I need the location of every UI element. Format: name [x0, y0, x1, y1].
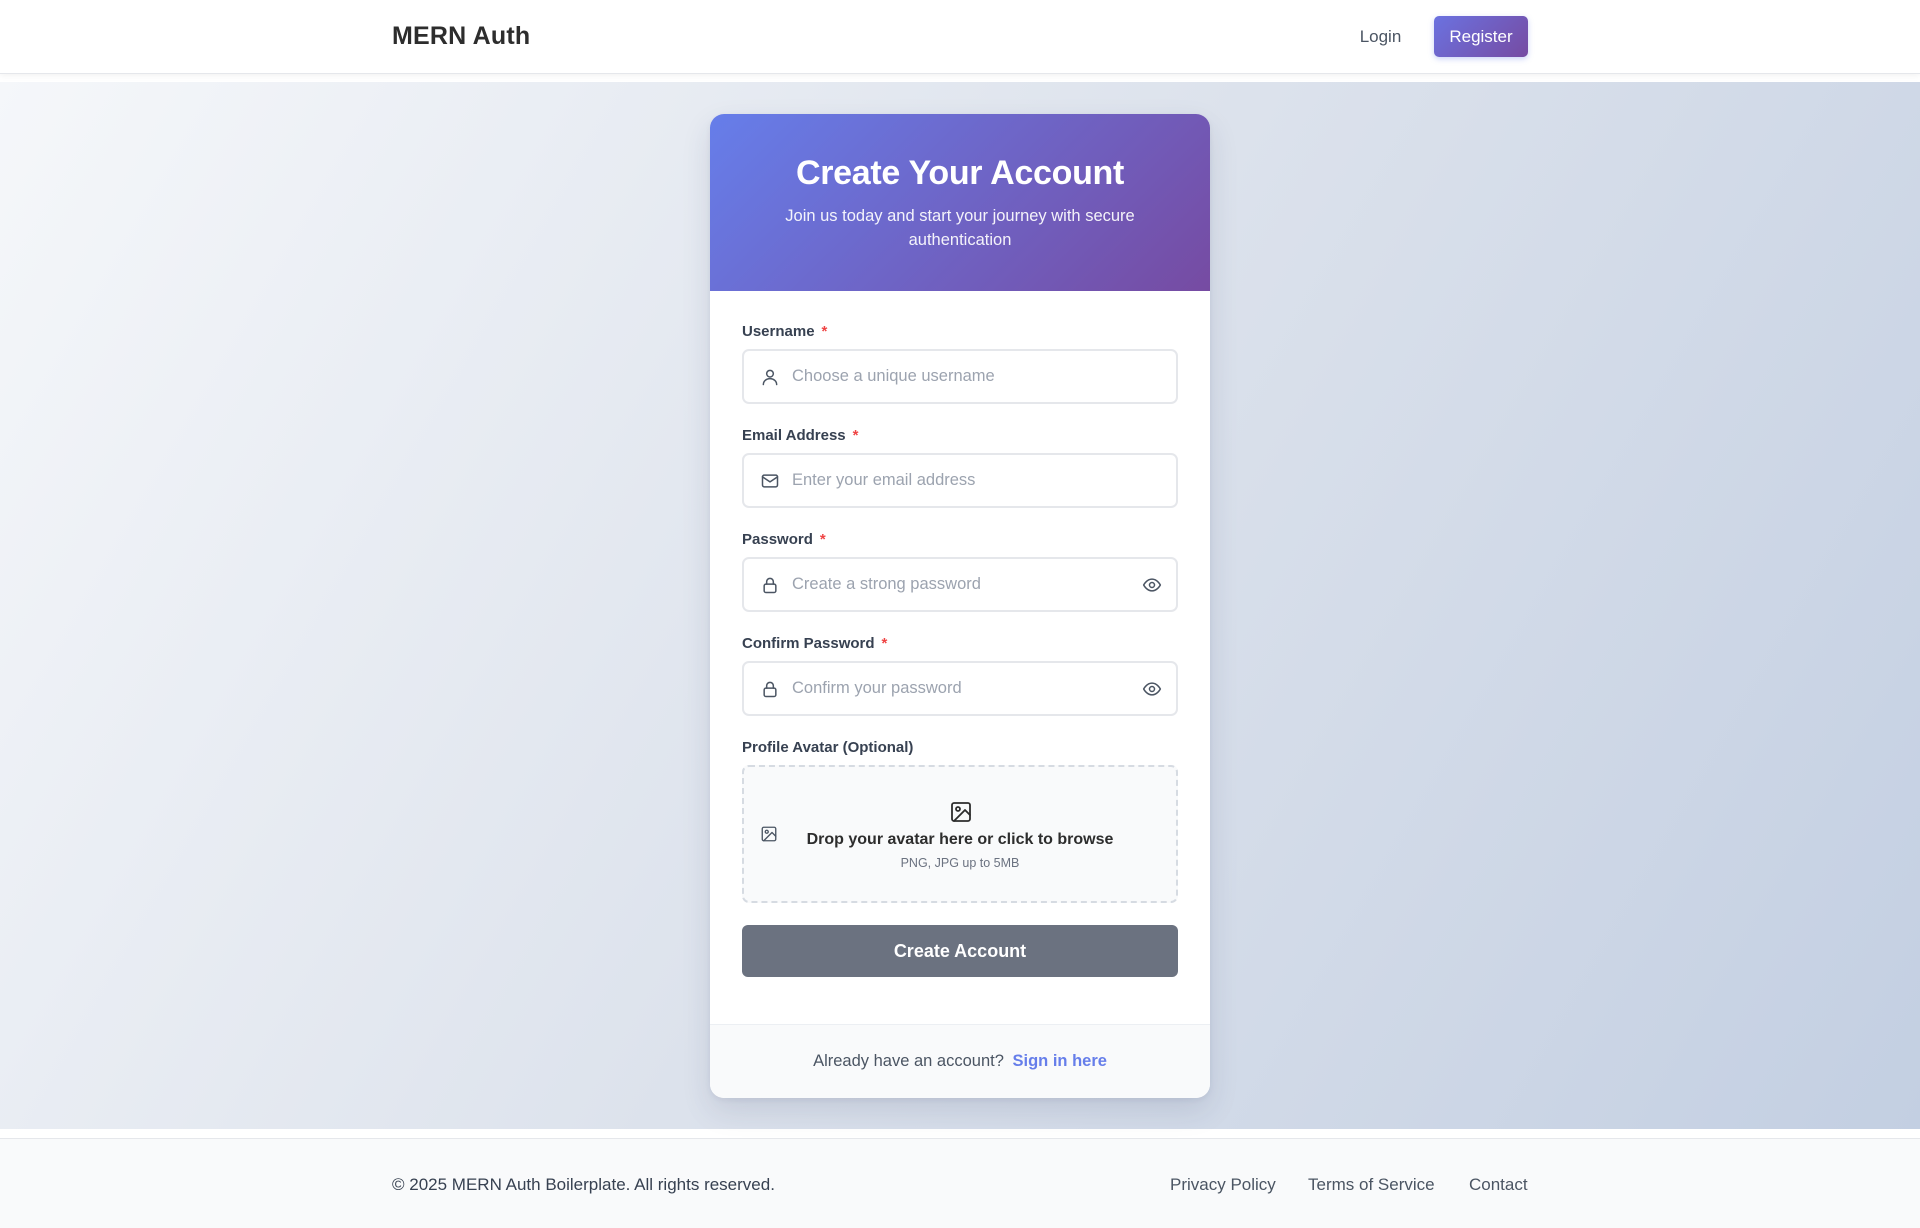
- eye-icon[interactable]: [1142, 679, 1162, 699]
- email-group: Email Address *: [742, 425, 1178, 508]
- username-input[interactable]: [792, 351, 1122, 402]
- navbar: MERN Auth Login Register: [0, 0, 1920, 74]
- copyright-text: © 2025 MERN Auth Boilerplate. All rights…: [392, 1175, 775, 1194]
- page-title: Create Your Account: [795, 154, 1125, 192]
- card-header: Create Your Account Join us today and st…: [710, 114, 1210, 291]
- user-icon: [762, 369, 778, 386]
- password-input[interactable]: [792, 559, 1122, 610]
- login-link[interactable]: Login: [1352, 16, 1409, 57]
- eye-icon[interactable]: [1142, 575, 1162, 595]
- page-subtitle: Join us today and start your journey wit…: [785, 207, 1135, 249]
- card-footer: Already have an account? Sign in here: [710, 1024, 1210, 1098]
- required-mark: *: [819, 530, 826, 548]
- signin-prompt: Already have an account?: [813, 1052, 1004, 1070]
- email-field-wrapper: [742, 453, 1178, 508]
- dropzone-text: Drop your avatar here or click to browse: [806, 831, 1114, 848]
- confirm-password-label: Confirm Password *: [742, 634, 888, 652]
- dropzone-hint: PNG, JPG up to 5MB: [900, 856, 1020, 870]
- email-label: Email Address *: [742, 426, 859, 444]
- page-footer: © 2025 MERN Auth Boilerplate. All rights…: [0, 1138, 1920, 1228]
- username-field-wrapper: [742, 349, 1178, 404]
- required-mark: *: [821, 322, 828, 340]
- image-icon: [951, 802, 971, 822]
- confirm-password-input[interactable]: [792, 663, 1122, 714]
- username-label: Username *: [742, 322, 828, 340]
- password-label: Password *: [742, 530, 826, 548]
- confirm-password-group: Confirm Password *: [742, 633, 1178, 716]
- privacy-policy-link[interactable]: Privacy Policy: [1170, 1175, 1276, 1195]
- avatar-label: Profile Avatar (Optional): [742, 738, 914, 756]
- lock-icon: [763, 577, 777, 594]
- create-account-button[interactable]: Create Account: [742, 925, 1178, 977]
- brand-logo[interactable]: MERN Auth: [392, 22, 530, 51]
- lock-icon: [763, 681, 777, 698]
- password-group: Password *: [742, 529, 1178, 612]
- contact-link[interactable]: Contact: [1469, 1175, 1528, 1195]
- terms-of-service-link[interactable]: Terms of Service: [1308, 1175, 1435, 1195]
- required-mark: *: [881, 634, 888, 652]
- email-input[interactable]: [792, 455, 1122, 506]
- password-field-wrapper: [742, 557, 1178, 612]
- register-card: Create Your Account Join us today and st…: [710, 114, 1210, 1098]
- avatar-group: Profile Avatar (Optional) Drop your avat…: [742, 737, 1178, 903]
- register-button[interactable]: Register: [1434, 16, 1528, 57]
- avatar-dropzone[interactable]: Drop your avatar here or click to browse…: [742, 765, 1178, 903]
- username-group: Username *: [742, 321, 1178, 404]
- required-mark: *: [852, 426, 859, 444]
- confirm-password-field-wrapper: [742, 661, 1178, 716]
- mail-icon: [761, 474, 779, 488]
- sign-in-link[interactable]: Sign in here: [1012, 1052, 1106, 1070]
